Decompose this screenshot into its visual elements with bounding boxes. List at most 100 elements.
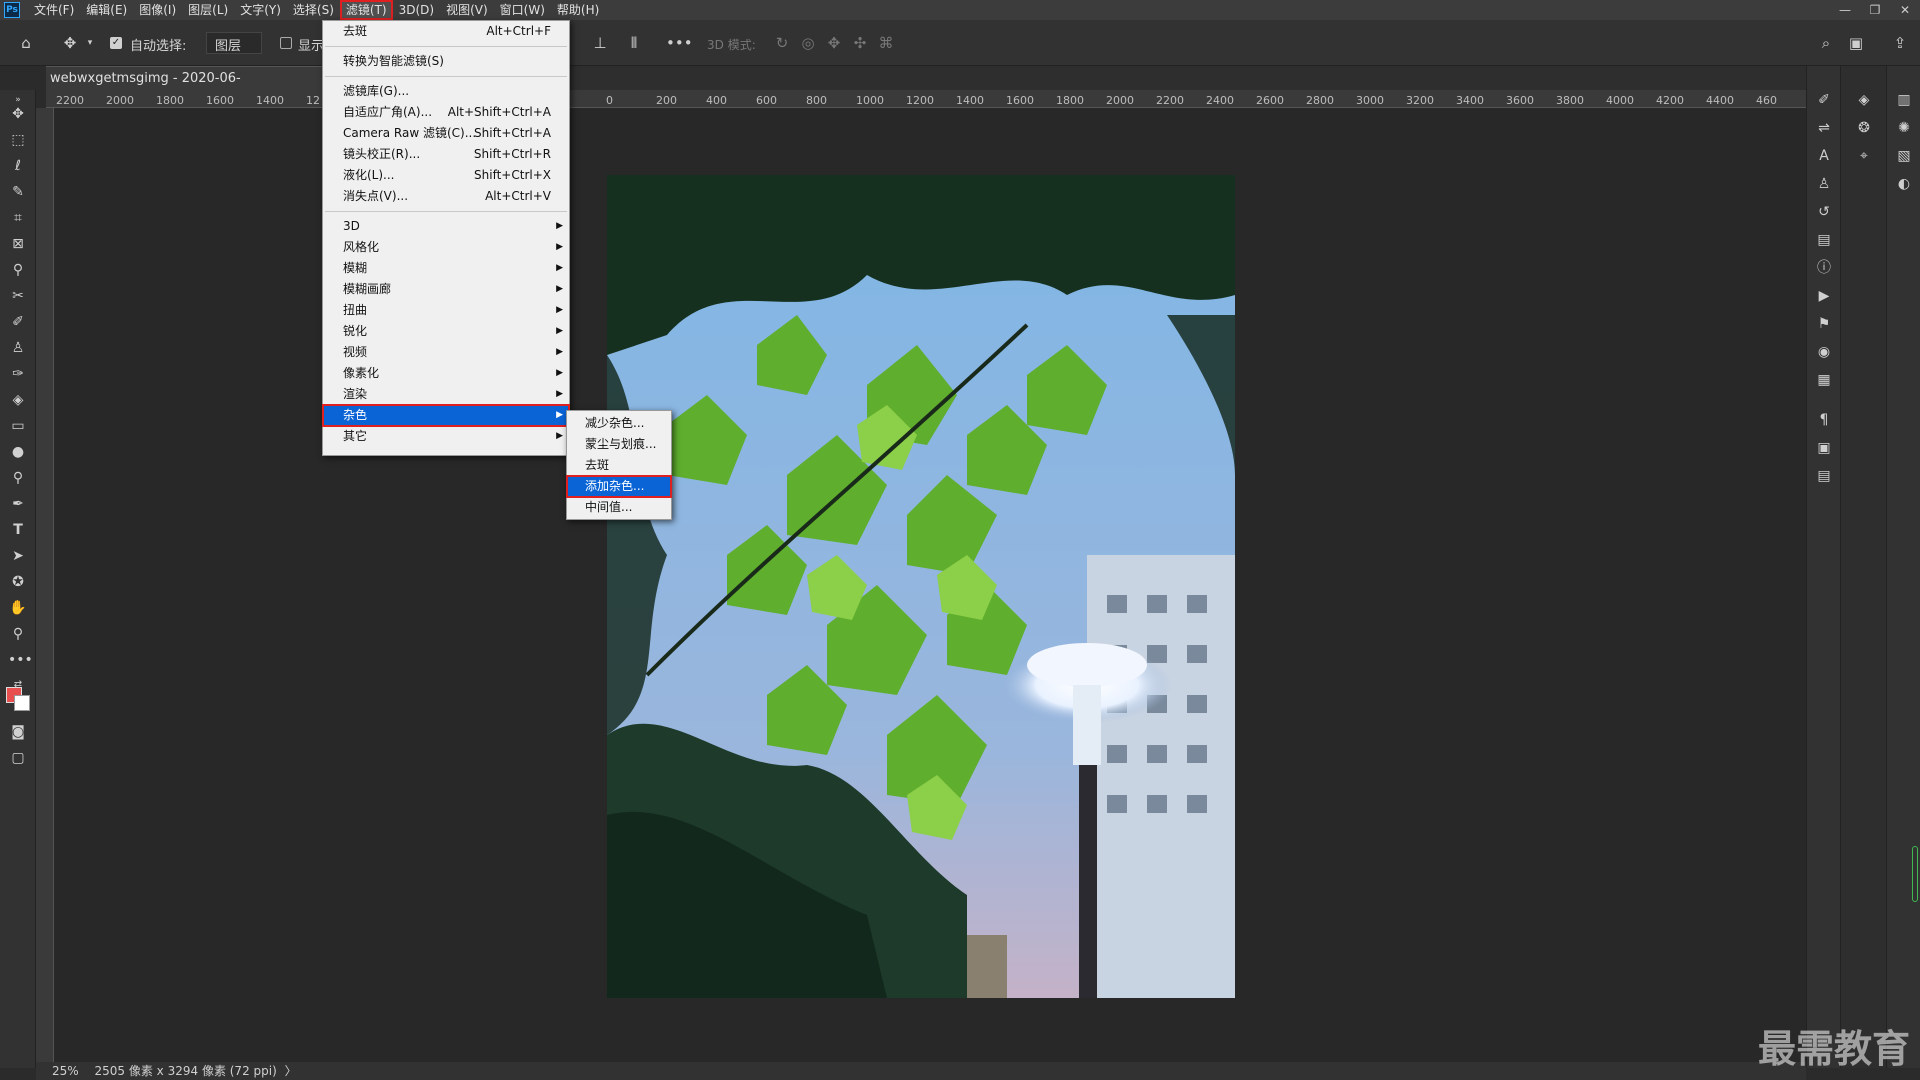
filter-menu-item[interactable]: 模糊 ▶	[323, 258, 569, 279]
shape-tool-icon[interactable]: ✪	[8, 572, 28, 592]
3d-pan-icon[interactable]: ✥	[824, 33, 844, 53]
filter-menu-item[interactable]: 镜头校正(R)... Shift+Ctrl+R	[323, 144, 569, 165]
healing-tool-icon[interactable]: ✂	[8, 286, 28, 306]
menu-4[interactable]: 文字(Y)	[234, 0, 287, 20]
brush-tool-icon[interactable]: ✐	[8, 312, 28, 332]
menu-2[interactable]: 图像(I)	[133, 0, 182, 20]
share-icon[interactable]: ⇪	[1890, 33, 1910, 53]
crop-tool-icon[interactable]: ⌗	[8, 208, 28, 228]
document-image[interactable]	[607, 175, 1235, 998]
channels-icon[interactable]: ❂	[1854, 118, 1874, 138]
menu-9[interactable]: 窗口(W)	[494, 0, 551, 20]
info-icon[interactable]: ⓘ	[1814, 258, 1834, 278]
filter-menu-item[interactable]: 模糊画廊 ▶	[323, 279, 569, 300]
3d-panel-icon[interactable]: ◉	[1814, 342, 1834, 362]
notes-icon[interactable]: ▤	[1814, 466, 1834, 486]
filter-menu-item[interactable]: 扭曲 ▶	[323, 300, 569, 321]
brush-settings-icon[interactable]: ✐	[1814, 90, 1834, 110]
3d-slide-icon[interactable]: ✣	[850, 33, 870, 53]
filter-menu-item[interactable]: Camera Raw 滤镜(C)... Shift+Ctrl+A	[323, 123, 569, 144]
timeline-icon[interactable]: ▦	[1814, 370, 1834, 390]
move-tool-icon[interactable]: ✥	[60, 33, 80, 53]
document-tab[interactable]: webwxgetmsgimg - 2020-06-19T111831.717.j…	[46, 66, 326, 110]
properties-icon[interactable]: ▤	[1814, 230, 1834, 250]
menu-8[interactable]: 视图(V)	[440, 0, 494, 20]
quick-select-tool-icon[interactable]: ✎	[8, 182, 28, 202]
workspace-icon[interactable]: ▣	[1846, 33, 1866, 53]
clone-source-icon[interactable]: ♙	[1814, 174, 1834, 194]
filter-menu-item[interactable]: 自适应广角(A)... Alt+Shift+Ctrl+A	[323, 102, 569, 123]
lasso-tool-icon[interactable]: ℓ	[8, 156, 28, 176]
menu-1[interactable]: 编辑(E)	[80, 0, 133, 20]
marquee-tool-icon[interactable]: ⬚	[8, 130, 28, 150]
screen-mode-icon[interactable]: ▢	[8, 748, 28, 768]
navigator-icon[interactable]: ⚑	[1814, 314, 1834, 334]
frame-tool-icon[interactable]: ⊠	[8, 234, 28, 254]
restore-button[interactable]: ❐	[1860, 0, 1890, 20]
noise-submenu-item[interactable]: 蒙尘与划痕...	[567, 434, 671, 455]
more-options-icon[interactable]: •••	[666, 33, 693, 53]
more-tools-icon[interactable]: •••	[8, 650, 33, 670]
filter-menu-item[interactable]: 滤镜库(G)...	[323, 81, 569, 102]
actions-play-icon[interactable]: ▶	[1814, 286, 1834, 306]
3d-orbit-icon[interactable]: ↻	[772, 33, 792, 53]
quick-mask-icon[interactable]: ◙	[8, 722, 28, 742]
filter-menu-item[interactable]: 转换为智能滤镜(S)	[323, 51, 569, 72]
noise-submenu-item[interactable]: 去斑	[567, 455, 671, 476]
gradients-icon[interactable]: ◐	[1894, 174, 1914, 194]
search-icon[interactable]: ⌕	[1816, 33, 1836, 53]
menu-0[interactable]: 文件(F)	[28, 0, 80, 20]
filter-menu-item[interactable]: 其它 ▶	[323, 426, 569, 447]
noise-submenu-item[interactable]: 中间值...	[567, 497, 671, 518]
align-bottom-icon[interactable]: ⊥	[590, 33, 610, 53]
blur-tool-icon[interactable]: ●	[8, 442, 28, 462]
zoom-tool-icon[interactable]: ⚲	[8, 624, 28, 644]
chevron-down-icon[interactable]: ▾	[80, 33, 100, 53]
background-color-swatch[interactable]	[14, 695, 30, 711]
3d-roll-icon[interactable]: ◎	[798, 33, 818, 53]
menu-3[interactable]: 图层(L)	[182, 0, 234, 20]
scroll-indicator[interactable]	[1912, 846, 1918, 902]
eyedropper-tool-icon[interactable]: ⚲	[8, 260, 28, 280]
move-tool-icon[interactable]: ✥	[8, 104, 28, 124]
filter-menu-item[interactable]: 去斑 Alt+Ctrl+F	[323, 21, 569, 42]
menu-7[interactable]: 3D(D)	[393, 0, 440, 20]
noise-submenu-item[interactable]: 减少杂色...	[567, 413, 671, 434]
history-brush-tool-icon[interactable]: ✑	[8, 364, 28, 384]
styles-icon[interactable]: ▣	[1814, 438, 1834, 458]
filter-menu-item[interactable]: 视频 ▶	[323, 342, 569, 363]
filter-menu-item[interactable]: 杂色 ▶	[322, 404, 570, 427]
color-icon[interactable]: ✺	[1894, 118, 1914, 138]
pen-tool-icon[interactable]: ✒	[8, 494, 28, 514]
filter-menu-item[interactable]: 锐化 ▶	[323, 321, 569, 342]
menu-5[interactable]: 选择(S)	[287, 0, 340, 20]
noise-submenu-item[interactable]: 添加杂色...	[566, 475, 672, 498]
3d-scale-icon[interactable]: ⌘	[876, 33, 896, 53]
menu-10[interactable]: 帮助(H)	[551, 0, 605, 20]
status-arrow-icon[interactable]: 〉	[285, 1064, 297, 1078]
align-distribute-icon[interactable]: ⫴	[624, 33, 644, 53]
menu-6[interactable]: 滤镜(T)	[339, 0, 393, 20]
eraser-tool-icon[interactable]: ◈	[8, 390, 28, 410]
auto-select-checkbox[interactable]: ✓	[110, 37, 122, 49]
auto-select-target-dropdown[interactable]: 图层	[206, 32, 262, 54]
character-icon[interactable]: A	[1814, 146, 1834, 166]
path-select-tool-icon[interactable]: ➤	[8, 546, 28, 566]
close-button[interactable]: ✕	[1890, 0, 1920, 20]
type-tool-icon[interactable]: T	[8, 520, 28, 540]
history-icon[interactable]: ↺	[1814, 202, 1834, 222]
stamp-tool-icon[interactable]: ♙	[8, 338, 28, 358]
paths-icon[interactable]: ⌖	[1854, 146, 1874, 166]
filter-menu-item[interactable]: 3D ▶	[323, 216, 569, 237]
layers-icon[interactable]: ◈	[1854, 90, 1874, 110]
swatches-icon[interactable]: ▧	[1894, 146, 1914, 166]
filter-menu-item[interactable]: 风格化 ▶	[323, 237, 569, 258]
minimize-button[interactable]: —	[1830, 0, 1860, 20]
filter-menu-item[interactable]: 渲染 ▶	[323, 384, 569, 405]
zoom-level[interactable]: 25%	[52, 1064, 79, 1078]
histogram-icon[interactable]: ▥	[1894, 90, 1914, 110]
filter-menu-item[interactable]: 像素化 ▶	[323, 363, 569, 384]
filter-menu-item[interactable]: 液化(L)... Shift+Ctrl+X	[323, 165, 569, 186]
dodge-tool-icon[interactable]: ⚲	[8, 468, 28, 488]
adjustments-icon[interactable]: ⇌	[1814, 118, 1834, 138]
